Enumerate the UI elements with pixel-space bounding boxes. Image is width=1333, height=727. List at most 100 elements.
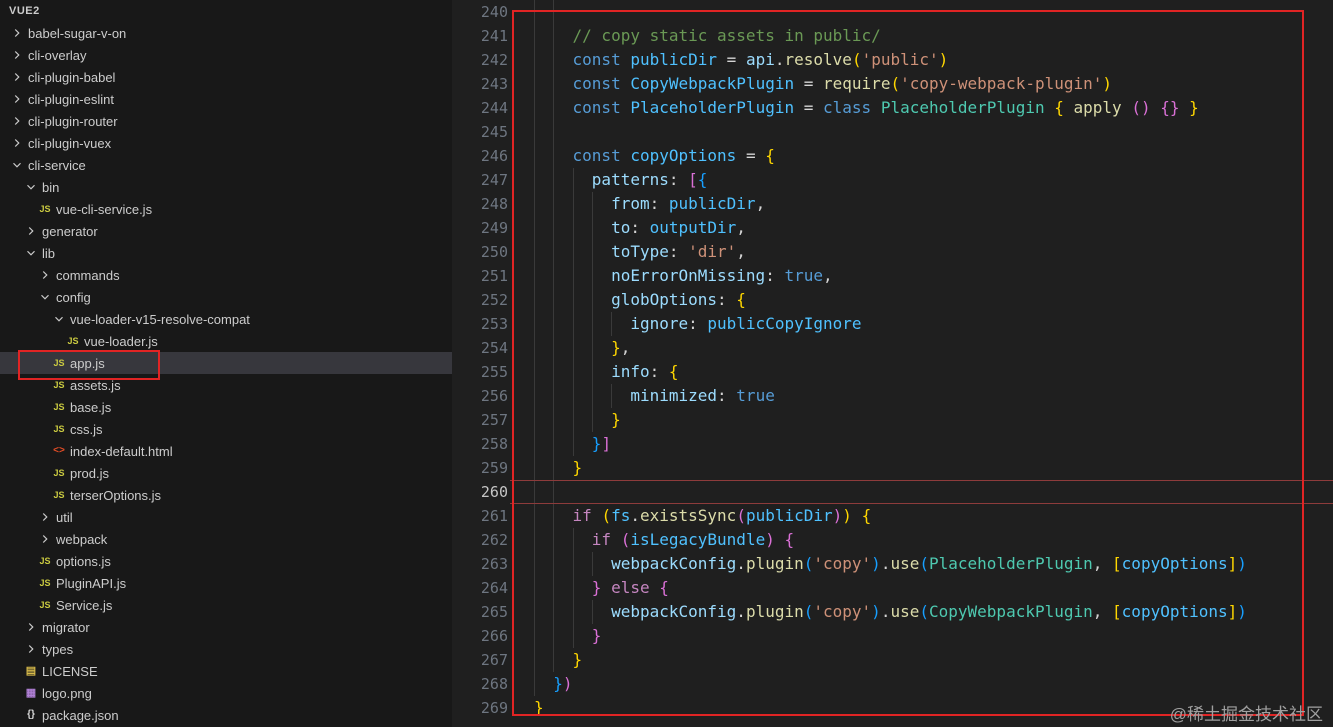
code-line-268[interactable]: 268 }) [452, 672, 1333, 696]
line-number[interactable]: 246 [452, 144, 508, 168]
line-number[interactable]: 242 [452, 48, 508, 72]
line-number[interactable]: 265 [452, 600, 508, 624]
tree-item-types[interactable]: types [0, 638, 452, 660]
line-number[interactable]: 248 [452, 192, 508, 216]
line-number[interactable]: 241 [452, 24, 508, 48]
tree-item-pluginapi.js[interactable]: JS PluginAPI.js [0, 572, 452, 594]
code-line-251[interactable]: 251 noErrorOnMissing: true, [452, 264, 1333, 288]
code-line-261[interactable]: 261 if (fs.existsSync(publicDir)) { [452, 504, 1333, 528]
tree-item-cli-service[interactable]: cli-service [0, 154, 452, 176]
tree-item-base.js[interactable]: JS base.js [0, 396, 452, 418]
code-line-266[interactable]: 266 } [452, 624, 1333, 648]
tree-item-util[interactable]: util [0, 506, 452, 528]
code-line-245[interactable]: 245 [452, 120, 1333, 144]
code-line-258[interactable]: 258 }] [452, 432, 1333, 456]
line-number[interactable]: 255 [452, 360, 508, 384]
line-number[interactable]: 247 [452, 168, 508, 192]
line-number[interactable]: 259 [452, 456, 508, 480]
code-line-256[interactable]: 256 minimized: true [452, 384, 1333, 408]
tree-item-prod.js[interactable]: JS prod.js [0, 462, 452, 484]
code-line-244[interactable]: 244 const PlaceholderPlugin = class Plac… [452, 96, 1333, 120]
code-line-246[interactable]: 246 const copyOptions = { [452, 144, 1333, 168]
indent-guide [534, 240, 535, 264]
line-number[interactable]: 243 [452, 72, 508, 96]
code-line-250[interactable]: 250 toType: 'dir', [452, 240, 1333, 264]
tree-item-vue-loader-v15-resolve-compat[interactable]: vue-loader-v15-resolve-compat [0, 308, 452, 330]
tree-item-service.js[interactable]: JS Service.js [0, 594, 452, 616]
tree-item-cli-plugin-babel[interactable]: cli-plugin-babel [0, 66, 452, 88]
line-number[interactable]: 254 [452, 336, 508, 360]
code-line-253[interactable]: 253 ignore: publicCopyIgnore [452, 312, 1333, 336]
code-line-249[interactable]: 249 to: outputDir, [452, 216, 1333, 240]
code-line-257[interactable]: 257 } [452, 408, 1333, 432]
indent-guide [553, 528, 555, 552]
line-number[interactable]: 268 [452, 672, 508, 696]
line-number[interactable]: 245 [452, 120, 508, 144]
line-number[interactable]: 261 [452, 504, 508, 528]
line-number[interactable]: 262 [452, 528, 508, 552]
tree-item-generator[interactable]: generator [0, 220, 452, 242]
line-number[interactable]: 269 [452, 696, 508, 720]
code-line-242[interactable]: 242 const publicDir = api.resolve('publi… [452, 48, 1333, 72]
line-number[interactable]: 258 [452, 432, 508, 456]
tree-item-app.js[interactable]: JS app.js [0, 350, 452, 380]
code-line-243[interactable]: 243 const CopyWebpackPlugin = require('c… [452, 72, 1333, 96]
code-line-260[interactable]: 260 [452, 480, 1333, 504]
tree-item-options.js[interactable]: JS options.js [0, 550, 452, 572]
tree-item-cli-plugin-vuex[interactable]: cli-plugin-vuex [0, 132, 452, 154]
indent-guide [591, 600, 593, 624]
code-line-259[interactable]: 259 } [452, 456, 1333, 480]
code-line-247[interactable]: 247 patterns: [{ [452, 168, 1333, 192]
line-number[interactable]: 260 [452, 480, 508, 504]
tree-item-cli-overlay[interactable]: cli-overlay [0, 44, 452, 66]
code-line-248[interactable]: 248 from: publicDir, [452, 192, 1333, 216]
tree-item-assets.js[interactable]: JS assets.js [0, 374, 452, 396]
tree-item-index-default.html[interactable]: <> index-default.html [0, 440, 452, 462]
line-number[interactable]: 266 [452, 624, 508, 648]
tree-item-cli-plugin-router[interactable]: cli-plugin-router [0, 110, 452, 132]
tree-item-bin[interactable]: bin [0, 176, 452, 198]
tree-item-webpack[interactable]: webpack [0, 528, 452, 550]
tree-item-label: cli-overlay [28, 47, 87, 63]
code-line-263[interactable]: 263 webpackConfig.plugin('copy').use(Pla… [452, 552, 1333, 576]
tree-item-config[interactable]: config [0, 286, 452, 308]
code-line-255[interactable]: 255 info: { [452, 360, 1333, 384]
tree-item-package.json[interactable]: {} package.json [0, 704, 452, 726]
tree-item-license[interactable]: ▤ LICENSE [0, 660, 452, 682]
line-number[interactable]: 263 [452, 552, 508, 576]
line-number[interactable]: 240 [452, 0, 508, 24]
code-line-265[interactable]: 265 webpackConfig.plugin('copy').use(Cop… [452, 600, 1333, 624]
line-number[interactable]: 249 [452, 216, 508, 240]
line-number[interactable]: 251 [452, 264, 508, 288]
code-line-254[interactable]: 254 }, [452, 336, 1333, 360]
tree-item-terseroptions.js[interactable]: JS terserOptions.js [0, 484, 452, 506]
line-number[interactable]: 244 [452, 96, 508, 120]
tree-item-migrator[interactable]: migrator [0, 616, 452, 638]
code-line-252[interactable]: 252 globOptions: { [452, 288, 1333, 312]
tree-item-label: cli-service [28, 157, 86, 173]
code-line-264[interactable]: 264 } else { [452, 576, 1333, 600]
line-number[interactable]: 256 [452, 384, 508, 408]
line-number[interactable]: 253 [452, 312, 508, 336]
tree-item-lib[interactable]: lib [0, 242, 452, 264]
line-number[interactable]: 257 [452, 408, 508, 432]
indent-guide [553, 0, 555, 24]
code-line-269[interactable]: 269} [452, 696, 1333, 720]
tree-item-vue-loader.js[interactable]: JS vue-loader.js [0, 330, 452, 352]
tree-item-vue-cli-service.js[interactable]: JS vue-cli-service.js [0, 198, 452, 220]
line-number[interactable]: 252 [452, 288, 508, 312]
code-line-267[interactable]: 267 } [452, 648, 1333, 672]
code-line-262[interactable]: 262 if (isLegacyBundle) { [452, 528, 1333, 552]
line-number[interactable]: 264 [452, 576, 508, 600]
line-number[interactable]: 267 [452, 648, 508, 672]
tree-item-cli-plugin-eslint[interactable]: cli-plugin-eslint [0, 88, 452, 110]
line-number[interactable]: 250 [452, 240, 508, 264]
tree-item-commands[interactable]: commands [0, 264, 452, 286]
code-line-241[interactable]: 241 // copy static assets in public/ [452, 24, 1333, 48]
tree-item-logo.png[interactable]: ▦ logo.png [0, 682, 452, 704]
explorer-section-header[interactable]: VUE2 [0, 0, 452, 22]
code-line-240[interactable]: 240 [452, 0, 1333, 24]
tree-item-babel-sugar-v-on[interactable]: babel-sugar-v-on [0, 22, 452, 44]
indent-guide [534, 72, 535, 96]
tree-item-css.js[interactable]: JS css.js [0, 418, 452, 440]
